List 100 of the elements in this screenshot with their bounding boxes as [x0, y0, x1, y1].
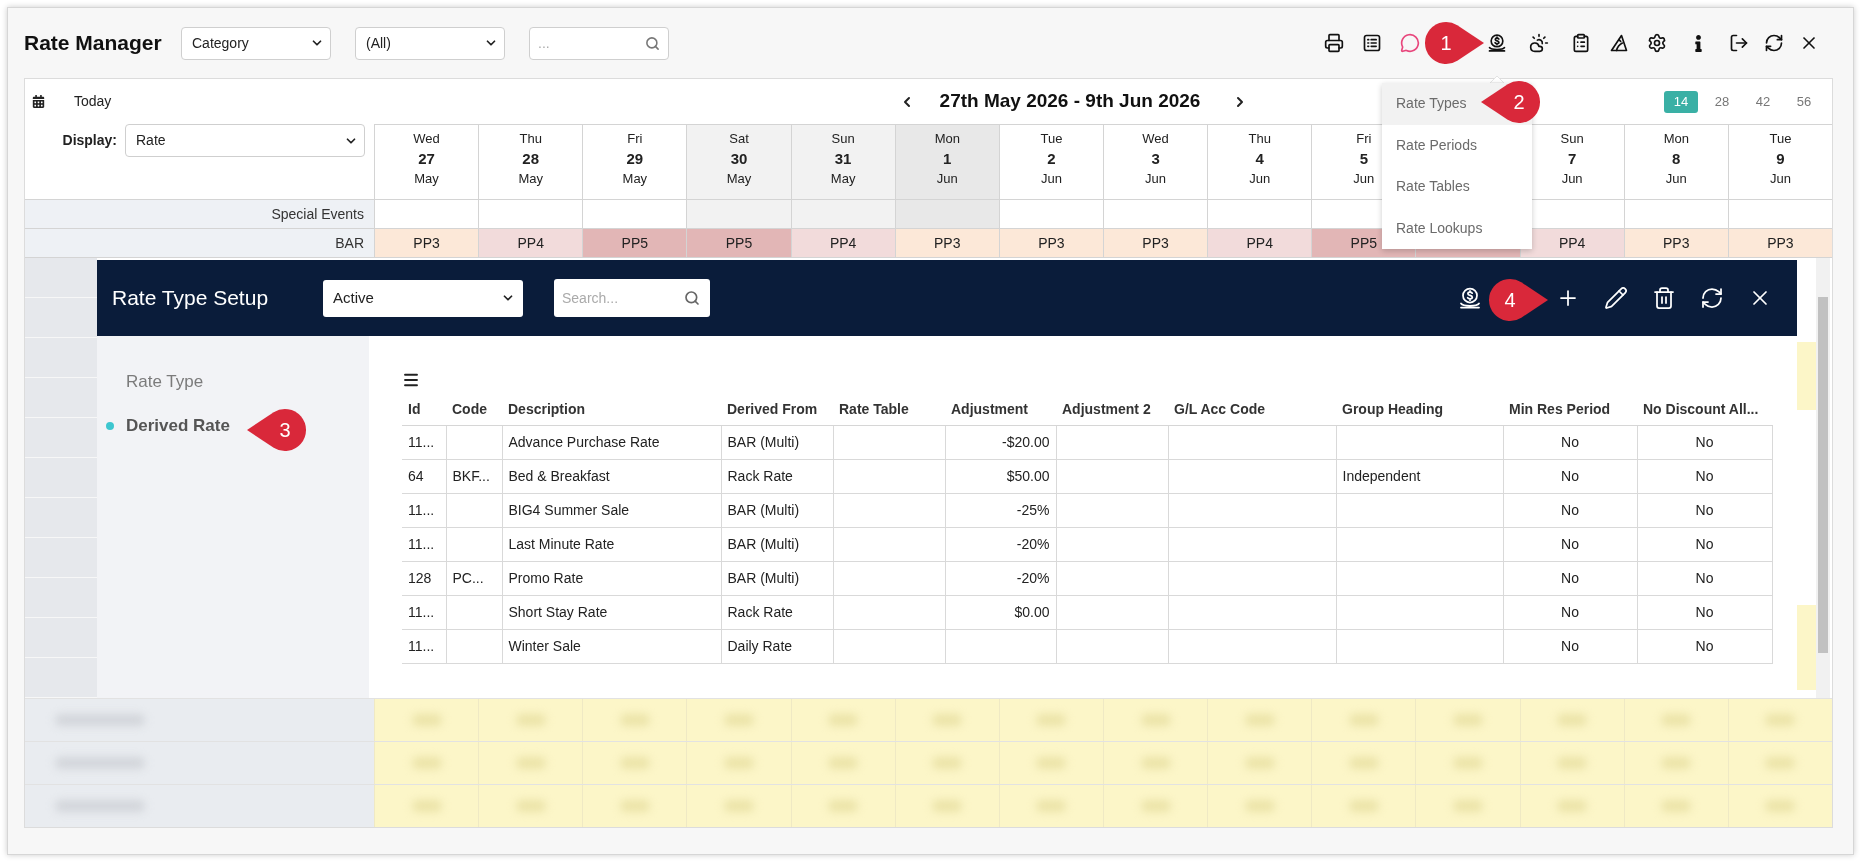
table-cell: No [1637, 527, 1772, 561]
table-cell: Independent [1336, 459, 1503, 493]
checklist-icon[interactable] [1362, 33, 1382, 53]
column-header: G/L Acc Code [1168, 395, 1336, 425]
column-header: Adjustment 2 [1056, 395, 1168, 425]
column-header: Id [402, 395, 446, 425]
month-label: Jun [1665, 170, 1687, 188]
table-cell: No [1637, 459, 1772, 493]
search-field[interactable]: ... [529, 26, 669, 60]
coin-icon[interactable] [1458, 286, 1482, 310]
month-label: May [622, 170, 648, 188]
menu-item[interactable]: Rate Periods [1382, 124, 1532, 166]
rate-cell: PP3 [998, 229, 1103, 257]
table-cell: Short Stay Rate [502, 595, 721, 629]
status-dropdown[interactable]: Active [323, 279, 523, 317]
table-cell: No [1637, 595, 1772, 629]
chat-bubble-icon[interactable] [1400, 33, 1420, 53]
rate-cell: PP5 [582, 229, 687, 257]
month-label: Jun [1145, 170, 1167, 188]
table-cell: 11... [402, 493, 446, 527]
table-cell: -25% [945, 493, 1056, 527]
range-option[interactable]: 42 [1746, 90, 1780, 113]
logout-icon[interactable] [1729, 33, 1749, 53]
date-label: 27 [418, 149, 435, 169]
blurred-cell [1797, 342, 1816, 410]
menu-item[interactable]: Rate Lookups [1382, 207, 1532, 249]
edit-icon[interactable] [1604, 286, 1628, 310]
column-header: Description [502, 395, 721, 425]
table-cell: Promo Rate [502, 561, 721, 595]
menu-item[interactable]: Rate Tables [1382, 166, 1532, 208]
table-cell: 64 [402, 459, 446, 493]
today-button[interactable]: Today [74, 91, 112, 112]
table-cell: 11... [402, 527, 446, 561]
month-label: May [830, 170, 856, 188]
table-cell: No [1503, 595, 1637, 629]
category-dropdown[interactable]: Category [181, 26, 331, 60]
table-cell: -$20.00 [945, 425, 1056, 459]
column-header: Min Res Period [1503, 395, 1637, 425]
rate-cell: PP4 [790, 229, 895, 257]
weekday-label: Thu [519, 130, 542, 148]
weekday-label: Tue [1040, 130, 1063, 148]
display-dropdown[interactable]: Rate [125, 124, 365, 157]
sidebar-item[interactable]: Derived Rate [126, 413, 230, 439]
table-cell: Daily Rate [721, 629, 833, 663]
month-label: May [518, 170, 543, 188]
table-cell: -20% [945, 527, 1056, 561]
table-cell: 11... [402, 629, 446, 663]
date-label: 7 [1567, 149, 1577, 169]
table-cell: No [1503, 425, 1637, 459]
filter-dropdown[interactable]: (All) [355, 26, 505, 60]
table-cell: No [1503, 629, 1637, 663]
sun-cloud-icon[interactable] [1529, 33, 1549, 53]
table-cell: Winter Sale [502, 629, 721, 663]
printer-icon[interactable] [1324, 33, 1344, 53]
app-title: Rate Manager [24, 30, 163, 57]
weekday-label: Wed [413, 130, 440, 148]
table-cell: No [1637, 425, 1772, 459]
rate-cell: PP3 [1727, 229, 1832, 257]
coin-icon[interactable] [1487, 33, 1507, 53]
step-marker: 2 [1480, 80, 1540, 124]
rate-cell: PP3 [1623, 229, 1728, 257]
table-cell: BKF... [446, 459, 502, 493]
menu-icon[interactable] [402, 371, 420, 389]
weekday-label: Sun [831, 130, 855, 148]
clipboard-icon[interactable] [1571, 33, 1591, 53]
table-cell: -20% [945, 561, 1056, 595]
month-label: Jun [936, 170, 958, 188]
month-label: May [414, 170, 439, 188]
table-cell: $50.00 [945, 459, 1056, 493]
table-cell: BAR (Multi) [721, 527, 833, 561]
date-range-title: 27th May 2026 - 9th Jun 2026 [938, 89, 1202, 114]
search-field[interactable]: Search... [554, 279, 710, 317]
calendar-icon[interactable] [32, 95, 45, 108]
table-cell: 11... [402, 425, 446, 459]
date-label: 30 [730, 149, 748, 169]
rate-cell: PP3 [374, 229, 479, 257]
table-cell: No [1637, 493, 1772, 527]
range-option[interactable]: 28 [1705, 90, 1739, 113]
delete-icon[interactable] [1652, 286, 1676, 310]
refresh-icon[interactable] [1764, 33, 1784, 53]
settings-icon[interactable] [1647, 33, 1667, 53]
scrollbar-thumb[interactable] [1818, 297, 1828, 653]
month-label: May [726, 170, 752, 188]
range-option[interactable]: 56 [1787, 90, 1821, 113]
column-header: Group Heading [1336, 395, 1503, 425]
weekday-label: Mon [1663, 130, 1689, 148]
column-header: Adjustment [945, 395, 1056, 425]
table-cell: No [1503, 493, 1637, 527]
column-header: Derived From [721, 395, 833, 425]
weekday-label: Mon [934, 130, 960, 148]
refresh-icon[interactable] [1700, 286, 1724, 310]
table-cell: 128 [402, 561, 446, 595]
table-cell: Advance Purchase Rate [502, 425, 721, 459]
column-header: No Discount All... [1637, 395, 1772, 425]
weekday-label: Thu [1248, 130, 1271, 148]
weekday-label: Fri [627, 130, 643, 148]
table-cell: No [1503, 459, 1637, 493]
sidebar-heading: Rate Type [125, 371, 205, 393]
table-cell: BAR (Multi) [721, 561, 833, 595]
slope-icon[interactable] [1609, 33, 1629, 53]
